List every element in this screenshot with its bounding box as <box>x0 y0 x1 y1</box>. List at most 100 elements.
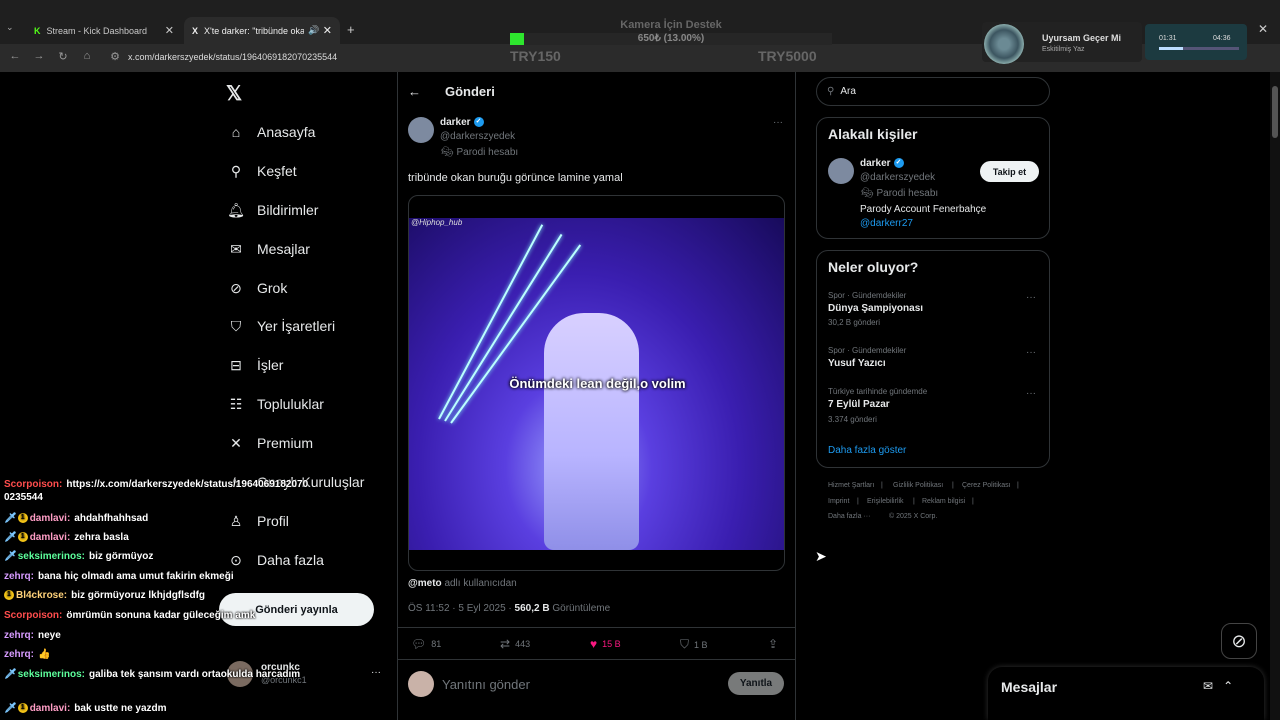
post-video[interactable]: Önümdeki lean değil,o volim @Hiphop_hub <box>408 195 785 571</box>
trend-more-icon[interactable]: ··· <box>1026 292 1036 303</box>
like-count: 15 B <box>602 639 621 649</box>
chat-text: https://x.com/darkerszyedek/status/19640… <box>66 479 309 490</box>
show-more-link[interactable]: Daha fazla göster <box>828 445 906 456</box>
repost-action[interactable]: ⇄ 443 <box>500 637 530 651</box>
reply-count: 81 <box>431 639 442 649</box>
url-input[interactable]: x.com/darkerszyedek/status/1964069182070… <box>128 52 337 62</box>
site-info-icon[interactable]: ⚙ <box>108 50 122 63</box>
nav-profile[interactable]: ♙ Profil <box>227 512 289 530</box>
chat-username: seksimerinos: <box>17 551 85 562</box>
home-icon[interactable]: ⌂ <box>80 50 94 62</box>
subscriber-badge-icon: 1 <box>17 513 28 524</box>
nav-premium[interactable]: ✕ Premium <box>227 434 313 452</box>
footer-ads[interactable]: Reklam bilgisi <box>922 498 965 505</box>
x-logo-icon[interactable]: 𝕏 <box>226 81 242 106</box>
reply-action[interactable]: 💬︎ 81 <box>411 637 441 651</box>
like-action[interactable]: ♥ 15 B <box>590 637 621 651</box>
reply-button[interactable]: Yanıtla <box>728 672 784 695</box>
trend-category: Türkiye tarihinde gündemde <box>828 387 928 396</box>
bookmark-action[interactable]: ⛉ 1 B <box>680 637 708 652</box>
nav-more[interactable]: ⊙ Daha fazla <box>227 551 324 569</box>
song-title: Uyursam Geçer Mi <box>1042 33 1122 43</box>
person-name-row[interactable]: darker ✓ <box>860 158 904 169</box>
expand-icon[interactable]: ⌃ <box>1223 679 1233 693</box>
time-current: 01:31 <box>1159 35 1177 42</box>
nav-explore[interactable]: ⚲ Keşfet <box>227 162 297 180</box>
reply-icon: 💬︎ <box>411 637 427 651</box>
reload-icon[interactable]: ↻ <box>56 50 70 63</box>
nav-communities[interactable]: ☷ Topluluklar <box>227 395 324 413</box>
post-meta: ÖS 11:52 · 5 Eyl 2025 · 560,2 B Görüntül… <box>408 603 610 614</box>
footer-more[interactable]: Daha fazla ··· <box>828 513 870 520</box>
share-action[interactable]: ⇪ <box>768 637 783 651</box>
nav-messages[interactable]: ✉ Mesajlar <box>227 240 310 258</box>
person-avatar[interactable] <box>828 158 854 184</box>
footer-sep: | <box>881 482 883 489</box>
search-input[interactable]: ⚲ Ara <box>816 77 1050 106</box>
tab-close-icon[interactable]: ✕ <box>323 24 332 37</box>
back-arrow-icon[interactable]: ← <box>408 84 421 99</box>
speaker-icon[interactable]: 🔊 <box>308 25 319 36</box>
person-handle[interactable]: @darkerszyedek <box>860 172 935 183</box>
nav-jobs[interactable]: ⊟ İşler <box>227 356 283 374</box>
footer-privacy[interactable]: Gizlilik Politikası <box>893 482 943 489</box>
follow-button[interactable]: Takip et <box>980 161 1039 182</box>
nav-notifications[interactable]: 🔔︎ Bildirimler <box>227 201 318 219</box>
account-menu-icon[interactable]: ··· <box>371 667 381 678</box>
scrollbar[interactable] <box>1270 72 1280 720</box>
kick-icon: K <box>34 25 41 36</box>
trend-name[interactable]: Yusuf Yazıcı <box>828 358 886 369</box>
chat-message: 🗡︎ 1 damlavi: bak ustte ne yazdm <box>4 703 167 714</box>
tab-label: Stream - Kick Dashboard <box>46 25 148 36</box>
verified-badge-icon: ✓ <box>893 158 904 169</box>
footer-sep: | <box>1017 482 1019 489</box>
trend-more-icon[interactable]: ··· <box>1026 347 1036 358</box>
chat-message: 1 Bl4ckrose: biz görmüyoruz lkhjdgflsdfg <box>4 590 205 601</box>
post-text: tribünde okan buruğu görünce lamine yama… <box>408 172 623 184</box>
credit-user[interactable]: @meto <box>408 578 442 589</box>
chat-message: zehrq: 👍 <box>4 649 50 660</box>
tab-x-post[interactable]: X X'te darker: "tribünde okan 🔊 ✕ <box>184 17 340 44</box>
trend-category: Spor · Gündemdekiler <box>828 346 907 355</box>
nav-grok[interactable]: ⊘ Grok <box>227 279 287 297</box>
tab-kick-dashboard[interactable]: K Stream - Kick Dashboard ✕ <box>26 17 182 44</box>
tab-close-icon[interactable]: ✕ <box>165 24 174 37</box>
parody-text: Parodi hesabı <box>876 188 939 199</box>
footer-accessibility[interactable]: Erişilebilirlik <box>867 498 904 505</box>
nav-bookmarks[interactable]: ⛉ Yer İşaretleri <box>227 317 335 335</box>
new-tab-icon[interactable]: + <box>347 22 355 37</box>
trend-more-icon[interactable]: ··· <box>1026 388 1036 399</box>
trends-title: Neler oluyor? <box>828 259 919 275</box>
author-handle[interactable]: @darkerszyedek <box>440 131 515 142</box>
donation-min: TRY150 <box>510 48 561 64</box>
trend-name[interactable]: Dünya Şampiyonası <box>828 303 923 314</box>
scrollbar-thumb[interactable] <box>1272 86 1278 138</box>
sword-badge-icon: 🗡︎ <box>4 532 17 543</box>
grok-icon[interactable]: ⊘ <box>1221 623 1257 659</box>
compose-message-icon[interactable]: ✉ <box>1203 679 1213 693</box>
footer-cookies[interactable]: Çerez Politikası <box>962 482 1011 489</box>
repost-count: 443 <box>515 639 531 649</box>
post-more-icon[interactable]: ··· <box>773 117 783 128</box>
author-avatar[interactable] <box>408 117 434 143</box>
window-close-icon[interactable]: ✕ <box>1258 22 1268 36</box>
my-avatar <box>408 671 434 697</box>
footer-imprint[interactable]: Imprint <box>828 498 849 505</box>
credit-suffix: adlı kullanıcıdan <box>444 578 517 589</box>
trend-name[interactable]: 7 Eylül Pazar <box>828 399 890 410</box>
chat-text: ömrümün sonuna kadar güleceğim amk <box>66 610 256 621</box>
post-time[interactable]: ÖS 11:52 · 5 Eyl 2025 · <box>408 603 515 614</box>
reply-input[interactable]: Yanıtını gönder <box>442 677 530 692</box>
footer-terms[interactable]: Hizmet Şartları <box>828 482 874 489</box>
trend-category: Spor · Gündemdekiler <box>828 291 907 300</box>
person-link[interactable]: @darkerr27 <box>860 218 913 229</box>
chat-username: seksimerinos: <box>17 669 85 680</box>
back-icon[interactable]: ← <box>8 50 22 62</box>
donation-amount: 650₺ (13.00%) <box>637 33 705 44</box>
author-name-row[interactable]: darker ✓ <box>440 117 484 128</box>
forward-icon[interactable]: → <box>32 50 46 62</box>
tab-list-icon[interactable]: ⌄ <box>6 22 14 33</box>
nav-home[interactable]: ⌂ Anasayfa <box>227 123 316 141</box>
album-art <box>984 24 1024 64</box>
footer-copyright: © 2025 X Corp. <box>889 513 938 520</box>
